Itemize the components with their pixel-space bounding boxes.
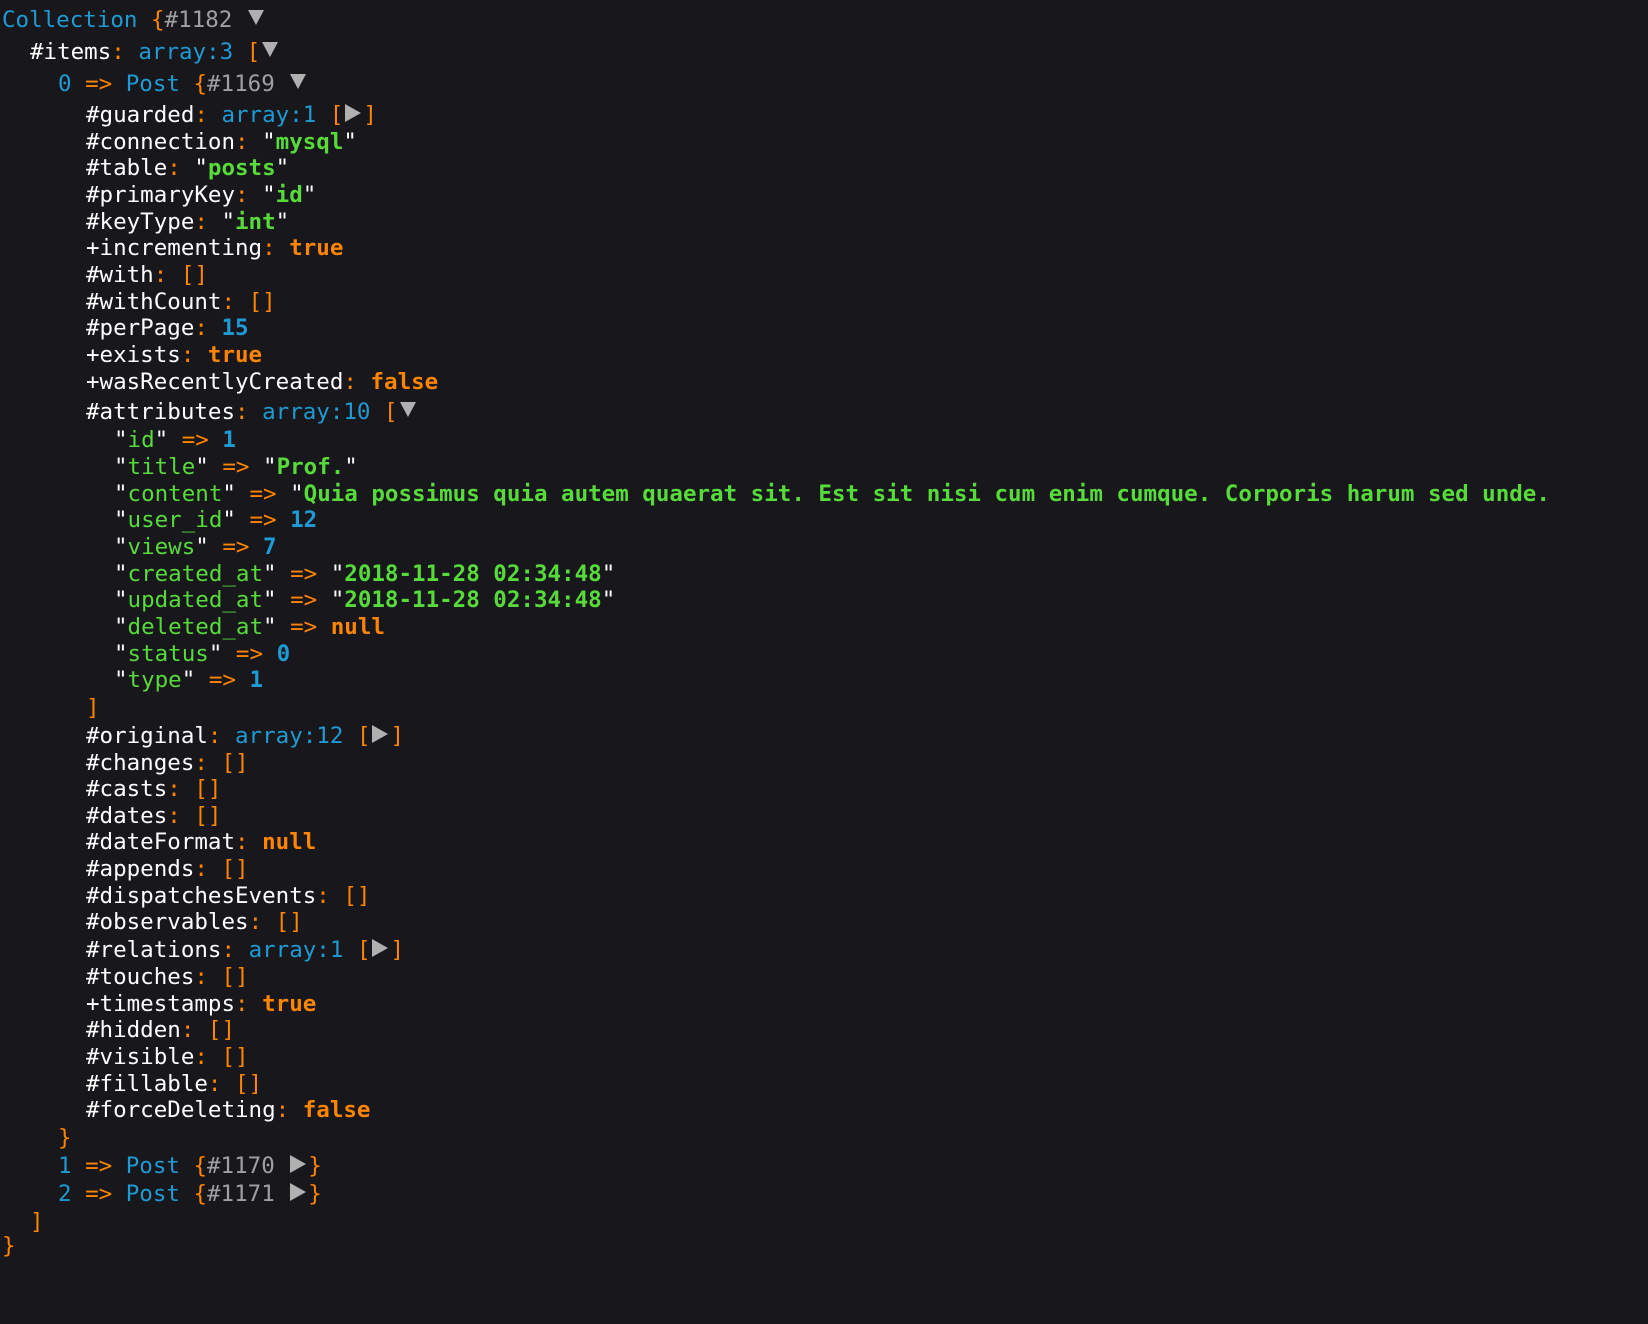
caret-down-icon[interactable] [399, 402, 416, 417]
attributes-close: ] [86, 695, 100, 721]
prop-appends: #appends: [] [86, 856, 249, 882]
attribute-row: "user_id" => 12 [114, 507, 318, 533]
attribute-row: "updated_at" => "2018-11-28 02:34:48" [114, 587, 616, 613]
attribute-key: created_at [127, 561, 264, 587]
collection-ref: #1182 [164, 7, 233, 33]
prop-dispatches-events: #dispatchesEvents: [] [86, 883, 371, 909]
prop-fillable: #fillable: [] [86, 1071, 263, 1097]
prop-relations: #relations: array:1 [] [86, 937, 405, 963]
attribute-key: views [127, 534, 196, 560]
post-ref: #1169 [207, 71, 275, 97]
prop-casts: #casts: [] [86, 776, 222, 802]
attribute-value: 0 [276, 641, 291, 667]
attribute-row: "views" => 7 [114, 534, 277, 560]
caret-right-icon[interactable] [290, 1182, 307, 1201]
attribute-value: 7 [263, 534, 277, 560]
collection-class-name: Collection [2, 7, 138, 33]
prop-date-format: #dateFormat: null [86, 829, 317, 855]
post-class-name: Post [125, 1181, 180, 1207]
post-row-1: 1 => Post {#1170 } [58, 1153, 322, 1179]
attribute-row: "type" => 1 [114, 667, 264, 693]
post-ref: #1170 [207, 1153, 275, 1179]
attribute-row: "content" => "Quia possimus quia autem q… [114, 481, 1550, 507]
post-ref: #1171 [207, 1181, 275, 1207]
attribute-key: status [127, 641, 209, 667]
attribute-key: user_id [127, 507, 223, 533]
attribute-row: "title" => "Prof." [114, 454, 358, 480]
prop-incrementing: +incrementing: true [86, 235, 344, 261]
post-row-2: 2 => Post {#1171 } [58, 1181, 322, 1207]
post-class-name: Post [125, 71, 180, 97]
prop-attributes: #attributes: array:10 [ [86, 398, 418, 426]
attribute-value: 12 [290, 507, 318, 533]
items-close: ] [30, 1209, 44, 1235]
prop-guarded: #guarded: array:1 [] [86, 102, 377, 128]
prop-visible: #visible: [] [86, 1044, 249, 1070]
items-key: #items [30, 39, 112, 65]
attribute-row: "created_at" => "2018-11-28 02:34:48" [114, 561, 616, 587]
post-class-name: Post [125, 1153, 180, 1179]
prop-table: #table: "posts" [86, 155, 290, 181]
attribute-value: null [330, 614, 385, 640]
prop-was-recently-created: +wasRecentlyCreated: false [86, 369, 439, 395]
prop-timestamps: +timestamps: true [86, 991, 317, 1017]
attribute-value: 2018-11-28 02:34:48 [344, 561, 602, 587]
post-index: 2 [58, 1181, 72, 1207]
collection-header: Collection {#1182 [2, 6, 266, 34]
post-index: 0 [58, 71, 72, 97]
items-type: array:3 [138, 39, 234, 65]
caret-down-icon[interactable] [290, 74, 307, 89]
prop-with-count: #withCount: [] [86, 289, 276, 315]
caret-right-icon[interactable] [290, 1154, 307, 1173]
caret-down-icon[interactable] [262, 42, 279, 57]
post-index: 1 [58, 1153, 72, 1179]
collection-items-row: #items: array:3 [ [30, 38, 280, 66]
attribute-value: 1 [249, 667, 264, 693]
attribute-value: Quia possimus quia autem quaerat sit. Es… [303, 481, 1550, 507]
prop-primary-key: #primaryKey: "id" [86, 182, 317, 208]
prop-changes: #changes: [] [86, 750, 249, 776]
attribute-value: 1 [222, 427, 236, 453]
prop-per-page: #perPage: 15 [86, 315, 249, 341]
attribute-key: deleted_at [127, 614, 264, 640]
prop-exists: +exists: true [86, 342, 263, 368]
caret-right-icon[interactable] [372, 724, 389, 743]
prop-connection: #connection: "mysql" [86, 129, 357, 155]
post-0-close: } [58, 1125, 72, 1151]
caret-right-icon[interactable] [345, 103, 362, 122]
prop-hidden: #hidden: [] [86, 1017, 236, 1043]
prop-key-type: #keyType: "int" [86, 209, 290, 235]
prop-touches: #touches: [] [86, 964, 249, 990]
attribute-key: type [127, 667, 182, 693]
attribute-value: Prof. [276, 454, 345, 480]
attribute-row: "deleted_at" => null [114, 614, 385, 640]
collection-close: } [2, 1233, 16, 1259]
attribute-key: title [127, 454, 196, 480]
attribute-key: content [127, 481, 223, 507]
prop-force-deleting: #forceDeleting: false [86, 1097, 371, 1123]
prop-observables: #observables: [] [86, 909, 303, 935]
prop-original: #original: array:12 [] [86, 723, 405, 749]
attribute-row: "status" => 0 [114, 641, 291, 667]
attribute-row: "id" => 1 [114, 427, 236, 453]
var-dump-viewer: Collection {#1182 #items: array:3 [ 0 =>… [0, 0, 1648, 1324]
attribute-key: id [127, 427, 155, 453]
post-row-0: 0 => Post {#1169 [58, 70, 308, 98]
caret-down-icon[interactable] [247, 10, 264, 25]
prop-dates: #dates: [] [86, 803, 222, 829]
caret-right-icon[interactable] [372, 938, 389, 957]
attribute-key: updated_at [127, 587, 264, 613]
prop-with: #with: [] [86, 262, 208, 288]
attribute-value: 2018-11-28 02:34:48 [344, 587, 602, 613]
